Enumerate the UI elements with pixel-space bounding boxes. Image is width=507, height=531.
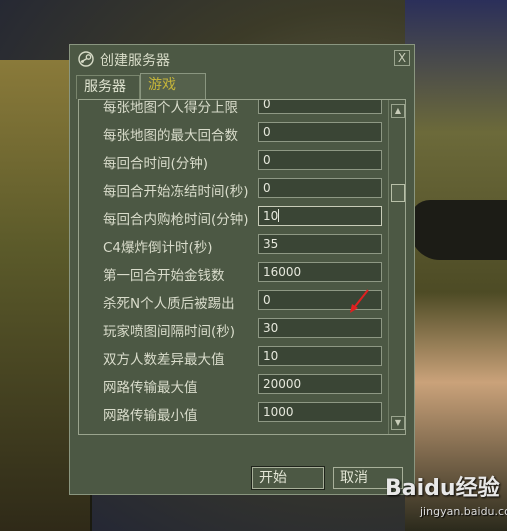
setting-label: 每回合时间(分钟) xyxy=(103,156,209,172)
setting-label: C4爆炸倒计时(秒) xyxy=(103,240,213,256)
setting-row: 每回合内购枪时间(分钟) 10 xyxy=(79,204,389,232)
baidu-jingyan-watermark: Baidu经验 xyxy=(385,476,500,501)
setting-label: 每张地图个人得分上限 xyxy=(103,100,238,116)
setting-row: 网路传输最小值 1000 xyxy=(79,400,389,428)
setting-row: 每回合时间(分钟) 0 xyxy=(79,148,389,176)
vertical-scrollbar[interactable]: ▲ ▼ xyxy=(388,100,405,434)
setting-label: 杀死N个人质后被踢出 xyxy=(103,296,235,312)
setting-input[interactable]: 0 xyxy=(258,178,382,198)
scroll-down-button[interactable]: ▼ xyxy=(391,416,405,430)
setting-label: 第一回合开始金钱数 xyxy=(103,268,225,284)
setting-label: 网路传输最小值 xyxy=(103,408,198,424)
setting-row: C4爆炸倒计时(秒) 35 xyxy=(79,232,389,260)
setting-input-focused[interactable]: 10 xyxy=(258,206,382,226)
setting-input[interactable]: 0 xyxy=(258,150,382,170)
setting-row: 每张地图的最大回合数 0 xyxy=(79,120,389,148)
setting-label: 每回合内购枪时间(分钟) xyxy=(103,212,249,228)
steam-icon xyxy=(78,51,94,67)
setting-row: 每张地图个人得分上限 0 xyxy=(79,100,389,120)
setting-row: 玩家喷图间隔时间(秒) 30 xyxy=(79,316,389,344)
setting-input[interactable]: 16000 xyxy=(258,262,382,282)
setting-row: 每回合开始冻结时间(秒) 0 xyxy=(79,176,389,204)
annotation-arrow-icon xyxy=(350,289,369,313)
setting-label: 每张地图的最大回合数 xyxy=(103,128,238,144)
text-caret xyxy=(278,209,280,222)
setting-input[interactable]: 30 xyxy=(258,318,382,338)
setting-value: 10 xyxy=(263,209,279,223)
setting-row: 杀死N个人质后被踢出 0 xyxy=(79,288,389,316)
window-title: 创建服务器 xyxy=(100,53,170,69)
start-button[interactable]: 开始 xyxy=(251,466,325,490)
setting-input[interactable]: 0 xyxy=(258,122,382,142)
background-goggles xyxy=(410,200,507,260)
setting-label: 网路传输最大值 xyxy=(103,380,198,396)
tab-game[interactable]: 游戏 xyxy=(140,73,206,99)
background-soldier-right xyxy=(405,0,507,531)
title-bar[interactable]: 创建服务器 X xyxy=(70,45,414,73)
setting-input[interactable]: 10 xyxy=(258,346,382,366)
scroll-thumb[interactable] xyxy=(391,184,405,202)
tab-server[interactable]: 服务器 xyxy=(76,75,140,99)
close-button[interactable]: X xyxy=(394,50,410,66)
setting-label: 每回合开始冻结时间(秒) xyxy=(103,184,249,200)
setting-input[interactable]: 35 xyxy=(258,234,382,254)
watermark-url: jingyan.baidu.com xyxy=(420,505,507,518)
create-server-dialog: 创建服务器 X 服务器 游戏 每张地图个人得分上限 0 每张地图的最大回合数 0… xyxy=(69,44,415,495)
setting-input[interactable]: 1000 xyxy=(258,402,382,422)
setting-row: 网路传输最大值 20000 xyxy=(79,372,389,400)
setting-input[interactable]: 0 xyxy=(258,100,382,114)
setting-row: 第一回合开始金钱数 16000 xyxy=(79,260,389,288)
scroll-up-button[interactable]: ▲ xyxy=(391,104,405,118)
setting-label: 玩家喷图间隔时间(秒) xyxy=(103,324,236,340)
setting-label: 双方人数差异最大值 xyxy=(103,352,225,368)
setting-input[interactable]: 20000 xyxy=(258,374,382,394)
setting-row: 双方人数差异最大值 10 xyxy=(79,344,389,372)
settings-panel: 每张地图个人得分上限 0 每张地图的最大回合数 0 每回合时间(分钟) 0 每回… xyxy=(78,99,406,435)
